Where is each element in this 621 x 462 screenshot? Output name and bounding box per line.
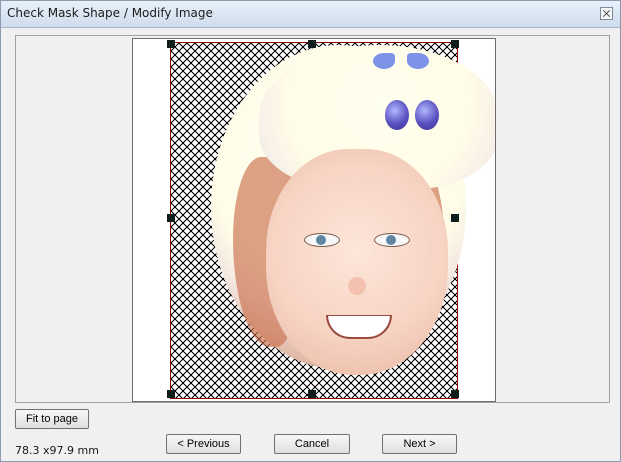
image-editor[interactable] <box>132 38 496 402</box>
cancel-button[interactable]: Cancel <box>274 434 350 454</box>
square-handle-icon[interactable] <box>451 390 459 398</box>
window-title: Check Mask Shape / Modify Image <box>7 6 213 20</box>
next-button[interactable]: Next > <box>382 434 457 454</box>
close-icon[interactable] <box>600 7 613 20</box>
square-handle-icon[interactable] <box>308 390 316 398</box>
left-eye <box>304 233 340 247</box>
right-eye <box>374 233 410 247</box>
blue-pompom-left <box>385 100 409 130</box>
square-handle-icon[interactable] <box>308 40 316 48</box>
fit-to-page-button[interactable]: Fit to page <box>15 409 89 429</box>
square-handle-icon[interactable] <box>451 40 459 48</box>
previous-button[interactable]: < Previous <box>166 434 241 454</box>
title-bar[interactable]: Check Mask Shape / Modify Image <box>1 1 620 28</box>
masked-photo <box>211 45 495 375</box>
blue-bow <box>373 45 429 81</box>
child-face <box>266 149 448 375</box>
square-handle-icon[interactable] <box>167 214 175 222</box>
square-handle-icon[interactable] <box>167 390 175 398</box>
square-handle-icon[interactable] <box>451 214 459 222</box>
square-handle-icon[interactable] <box>167 40 175 48</box>
smile <box>326 315 392 339</box>
mask-outline[interactable] <box>170 42 495 399</box>
blue-pompom-right <box>415 100 439 130</box>
nose <box>348 277 366 295</box>
dialog-window: Check Mask Shape / Modify Image Fit to p… <box>0 0 621 462</box>
image-dimensions: 78.3 x97.9 mm <box>15 444 99 457</box>
